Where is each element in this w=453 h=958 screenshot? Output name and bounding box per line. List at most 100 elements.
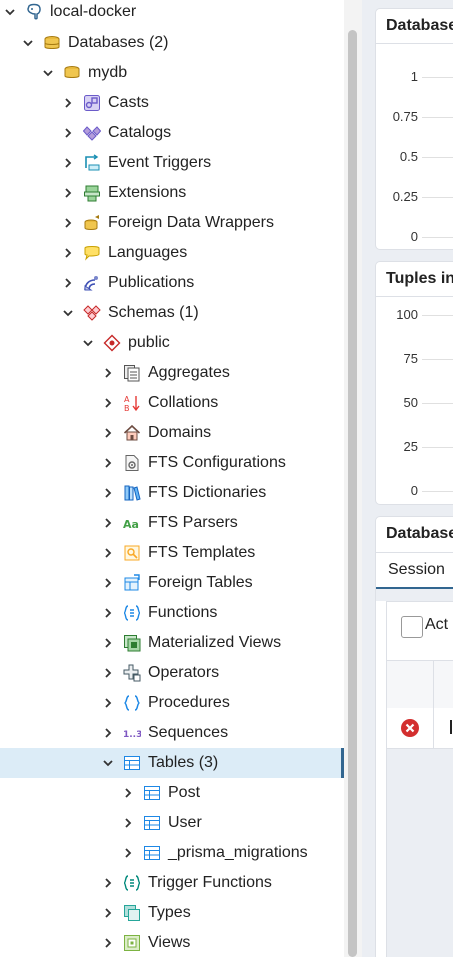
tree-item-casts[interactable]: Casts xyxy=(0,88,344,118)
y-tick-label: 75 xyxy=(403,351,418,366)
tree-item-sequences[interactable]: 1..3 Sequences xyxy=(0,718,344,748)
tree-item-operators[interactable]: Operators xyxy=(0,658,344,688)
tree-item-catalogs[interactable]: Catalogs xyxy=(0,118,344,148)
chevron-right-icon[interactable] xyxy=(100,635,116,651)
tree-item-label: Event Triggers xyxy=(108,154,212,171)
fts-parsers-icon: Aa xyxy=(122,513,142,533)
tree-item-foreign-tables[interactable]: Foreign Tables xyxy=(0,568,344,598)
gridline xyxy=(422,77,453,78)
chevron-down-icon[interactable] xyxy=(60,305,76,321)
tree-item-label: Foreign Data Wrappers xyxy=(108,214,274,231)
chevron-right-icon[interactable] xyxy=(60,275,76,291)
tree-item-functions[interactable]: Functions xyxy=(0,598,344,628)
table-icon xyxy=(142,843,162,863)
y-tick-label: 0 xyxy=(410,483,418,498)
fts-templates-icon xyxy=(122,543,142,563)
terminate-session-icon[interactable] xyxy=(400,718,420,738)
tree-item-tables[interactable]: Tables (3) xyxy=(0,748,344,778)
chart-card-database-sessions: Database 1 0.75 0.5 0.25 0 xyxy=(375,8,453,250)
chevron-right-icon[interactable] xyxy=(100,665,116,681)
chevron-right-icon[interactable] xyxy=(100,395,116,411)
chevron-right-icon[interactable] xyxy=(60,155,76,171)
tree-item-label: Views xyxy=(148,934,191,951)
y-tick-label: 1 xyxy=(410,69,418,84)
tree-item-label: FTS Dictionaries xyxy=(148,484,267,501)
tree-item-languages[interactable]: Languages xyxy=(0,238,344,268)
tree-item-label: Post xyxy=(168,784,201,801)
chevron-right-icon[interactable] xyxy=(100,695,116,711)
chevron-right-icon[interactable] xyxy=(120,845,136,861)
tree-item-label: FTS Configurations xyxy=(148,454,286,471)
chevron-right-icon[interactable] xyxy=(100,425,116,441)
tree-item-label: Materialized Views xyxy=(148,634,282,651)
tree-item-fts-dictionaries[interactable]: FTS Dictionaries xyxy=(0,478,344,508)
tree-item-schemas[interactable]: Schemas (1) xyxy=(0,298,344,328)
chevron-right-icon[interactable] xyxy=(100,545,116,561)
chevron-right-icon[interactable] xyxy=(100,365,116,381)
tree-scrollbar-thumb[interactable] xyxy=(348,30,357,957)
svg-text:1..3: 1..3 xyxy=(123,730,141,740)
chevron-right-icon[interactable] xyxy=(100,515,116,531)
tree-item-types[interactable]: Types xyxy=(0,898,344,928)
tab-sessions[interactable]: Session xyxy=(376,553,453,589)
procedures-icon xyxy=(122,693,142,713)
tree-item-public[interactable]: public xyxy=(0,328,344,358)
chevron-right-icon[interactable] xyxy=(100,725,116,741)
tree-item-views[interactable]: Views xyxy=(0,928,344,958)
chevron-right-icon[interactable] xyxy=(100,575,116,591)
tree-item-table-prisma-migrations[interactable]: _prisma_migrations xyxy=(0,838,344,868)
functions-icon xyxy=(122,603,142,623)
tree-item-databases[interactable]: Databases (2) xyxy=(0,28,344,58)
chevron-right-icon[interactable] xyxy=(120,785,136,801)
chevron-right-icon[interactable] xyxy=(100,605,116,621)
chevron-down-icon[interactable] xyxy=(40,65,56,81)
tree-item-collations[interactable]: AB Collations xyxy=(0,388,344,418)
dashboard-panel: Database 1 0.75 0.5 0.25 0 Tuples in 100… xyxy=(362,0,453,957)
tree-item-fts-parsers[interactable]: Aa FTS Parsers xyxy=(0,508,344,538)
chevron-right-icon[interactable] xyxy=(100,905,116,921)
tree-item-extensions[interactable]: Extensions xyxy=(0,178,344,208)
chevron-right-icon[interactable] xyxy=(120,815,136,831)
tree-item-event-triggers[interactable]: Event Triggers xyxy=(0,148,344,178)
gridline xyxy=(422,237,453,238)
chevron-right-icon[interactable] xyxy=(100,875,116,891)
tree-item-local-docker[interactable]: local-docker xyxy=(0,0,344,27)
chevron-down-icon[interactable] xyxy=(2,4,18,20)
publications-icon xyxy=(82,273,102,293)
chevron-right-icon[interactable] xyxy=(60,95,76,111)
tree-item-materialized-views[interactable]: Materialized Views xyxy=(0,628,344,658)
chevron-down-icon[interactable] xyxy=(80,335,96,351)
chevron-right-icon[interactable] xyxy=(100,935,116,951)
gridline xyxy=(422,447,453,448)
tree-item-domains[interactable]: Domains xyxy=(0,418,344,448)
fts-dictionaries-icon xyxy=(122,483,142,503)
event-triggers-icon xyxy=(82,153,102,173)
active-sessions-checkbox[interactable] xyxy=(401,616,423,638)
table-row[interactable] xyxy=(387,708,453,749)
svg-text:Aa: Aa xyxy=(123,518,139,531)
gridline xyxy=(422,197,453,198)
chevron-right-icon[interactable] xyxy=(60,185,76,201)
tree-item-trigger-functions[interactable]: Trigger Functions xyxy=(0,868,344,898)
chevron-right-icon[interactable] xyxy=(100,485,116,501)
chevron-right-icon[interactable] xyxy=(60,245,76,261)
tree-item-aggregates[interactable]: Aggregates xyxy=(0,358,344,388)
tree-item-label: Languages xyxy=(108,244,188,261)
tree-item-fts-templates[interactable]: FTS Templates xyxy=(0,538,344,568)
tree-item-publications[interactable]: Publications xyxy=(0,268,344,298)
chevron-right-icon[interactable] xyxy=(60,125,76,141)
chevron-down-icon[interactable] xyxy=(100,755,116,771)
tree-item-label: Sequences xyxy=(148,724,229,741)
tree-item-table-post[interactable]: Post xyxy=(0,778,344,808)
tree-item-mydb[interactable]: mydb xyxy=(0,58,344,88)
tree-item-procedures[interactable]: Procedures xyxy=(0,688,344,718)
chevron-right-icon[interactable] xyxy=(60,215,76,231)
chevron-right-icon[interactable] xyxy=(100,455,116,471)
chart-card-tuples-in: Tuples in 100 75 50 25 0 xyxy=(375,261,453,505)
tree-item-table-user[interactable]: User xyxy=(0,808,344,838)
tree-item-label: Catalogs xyxy=(108,124,172,141)
chevron-down-icon[interactable] xyxy=(20,35,36,51)
tree-item-foreign-data-wrappers[interactable]: Foreign Data Wrappers xyxy=(0,208,344,238)
tree-item-fts-configurations[interactable]: FTS Configurations xyxy=(0,448,344,478)
postgres-server-icon xyxy=(24,2,44,22)
